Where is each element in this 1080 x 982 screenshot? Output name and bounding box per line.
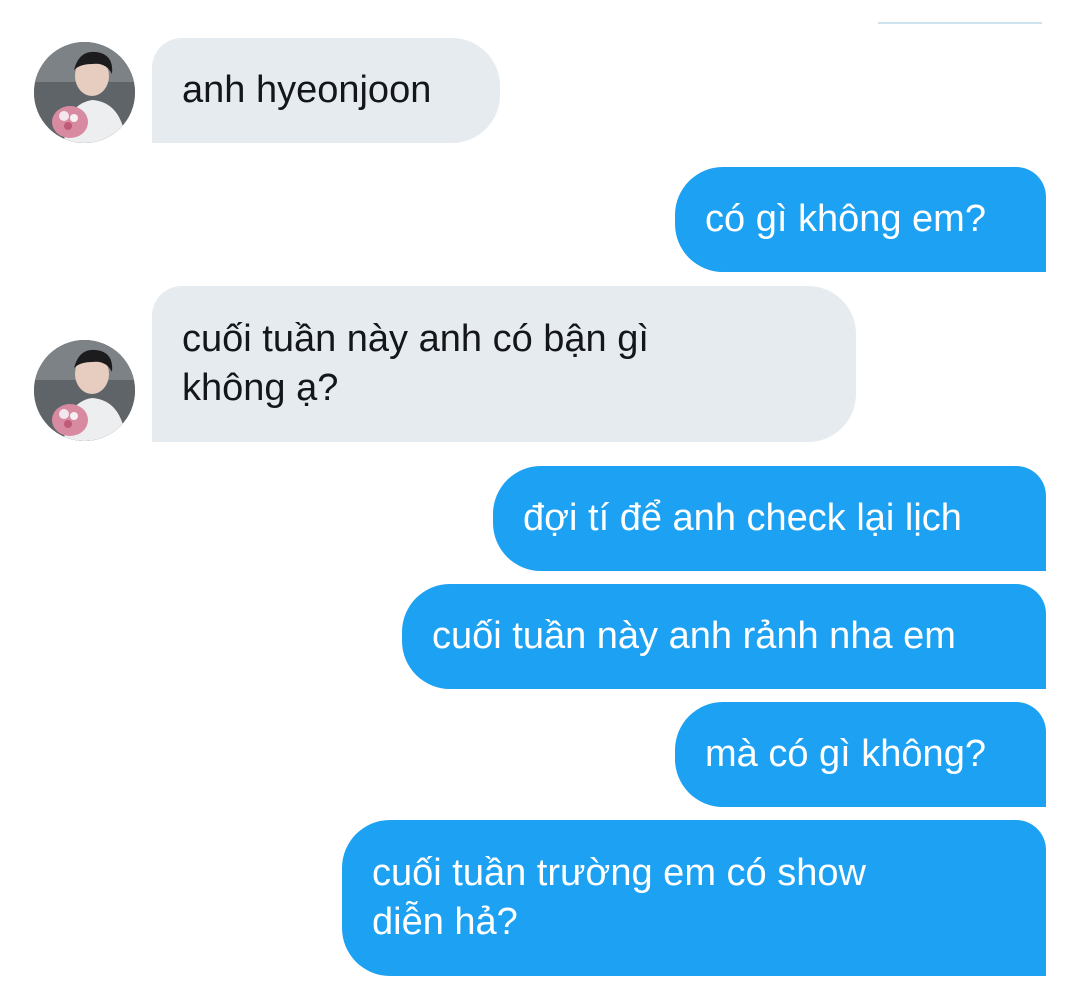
message-bubble[interactable]: cuối tuần này anh rảnh nha em <box>402 584 1046 689</box>
message-text: đợi tí để anh check lại lịch <box>523 497 962 539</box>
message-text: mà có gì không? <box>705 733 986 775</box>
message-bubble[interactable]: có gì không em? <box>675 167 1046 272</box>
avatar-photo-icon <box>34 340 135 441</box>
message-bubble[interactable]: cuối tuần trường em có show diễn hả? <box>342 820 1046 976</box>
message-bubble[interactable]: anh hyeonjoon <box>152 38 500 143</box>
contact-avatar[interactable] <box>34 42 135 143</box>
chat-conversation: anh hyeonjoon có gì không em? cuối tuần … <box>0 0 1080 982</box>
top-divider <box>878 22 1042 24</box>
contact-avatar[interactable] <box>34 340 135 441</box>
avatar-photo-icon <box>34 42 135 143</box>
message-text: cuối tuần này anh có bận gì không ạ? <box>182 318 649 409</box>
message-bubble[interactable]: mà có gì không? <box>675 702 1046 807</box>
message-bubble[interactable]: đợi tí để anh check lại lịch <box>493 466 1046 571</box>
message-text: cuối tuần này anh rảnh nha em <box>432 615 956 657</box>
message-text: anh hyeonjoon <box>182 69 432 111</box>
message-text: có gì không em? <box>705 198 986 240</box>
message-text: cuối tuần trường em có show diễn hả? <box>372 852 866 943</box>
message-bubble[interactable]: cuối tuần này anh có bận gì không ạ? <box>152 286 856 442</box>
